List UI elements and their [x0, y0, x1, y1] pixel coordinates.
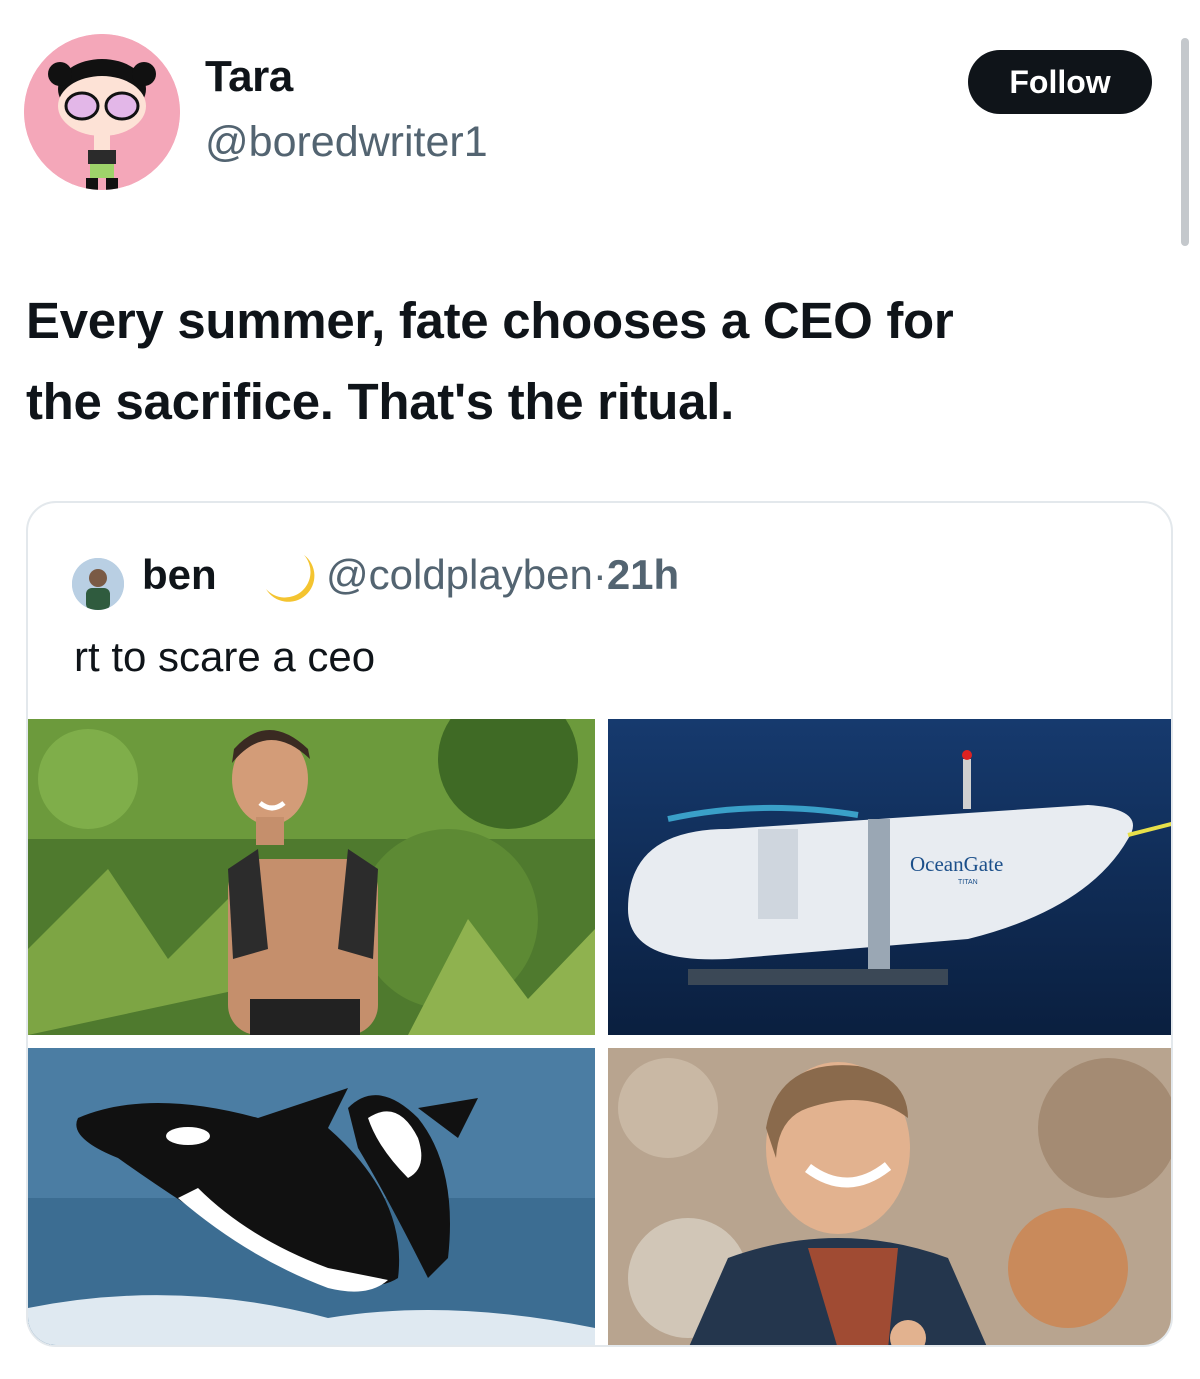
quote-display-name[interactable]: ben	[142, 551, 217, 599]
oceangate-submersible-photo[interactable]: OceanGate TITAN	[608, 719, 1171, 1035]
quote-text: rt to scare a ceo	[74, 633, 376, 680]
tweet-text: Every summer, fate chooses a CEO for the…	[26, 280, 1146, 442]
dot-separator: ·	[592, 551, 607, 598]
smiling-singer-photo[interactable]	[608, 1048, 1171, 1345]
author-handle[interactable]: @boredwriter1	[205, 118, 488, 167]
powerpuff-avatar-icon	[24, 34, 180, 190]
orca-whales-photo[interactable]	[28, 1048, 595, 1345]
person-avatar-icon	[72, 558, 124, 610]
oceangate-logo-text: OceanGate	[910, 852, 1003, 876]
shirtless-hiker-photo[interactable]	[28, 719, 595, 1035]
quoted-tweet[interactable]: ben @coldplayben·21h rt to scare a ceo O…	[26, 501, 1173, 1347]
scrollbar[interactable]	[1181, 38, 1189, 246]
titan-logo-text: TITAN	[958, 879, 978, 886]
tweet-text-line: the sacrifice. That's the ritual.	[26, 373, 734, 430]
quote-handle-time: @coldplayben·21h	[326, 551, 679, 599]
quote-timestamp[interactable]: 21h	[607, 551, 679, 598]
quote-handle[interactable]: @coldplayben	[326, 551, 593, 598]
media-grid: OceanGate TITAN	[28, 719, 1171, 1345]
follow-button[interactable]: Follow	[968, 50, 1152, 114]
author-avatar[interactable]	[24, 34, 180, 190]
tweet-text-line: Every summer, fate chooses a CEO for	[26, 292, 954, 349]
moon-icon	[260, 549, 320, 610]
quote-avatar[interactable]	[72, 558, 124, 610]
author-display-name[interactable]: Tara	[205, 52, 293, 102]
